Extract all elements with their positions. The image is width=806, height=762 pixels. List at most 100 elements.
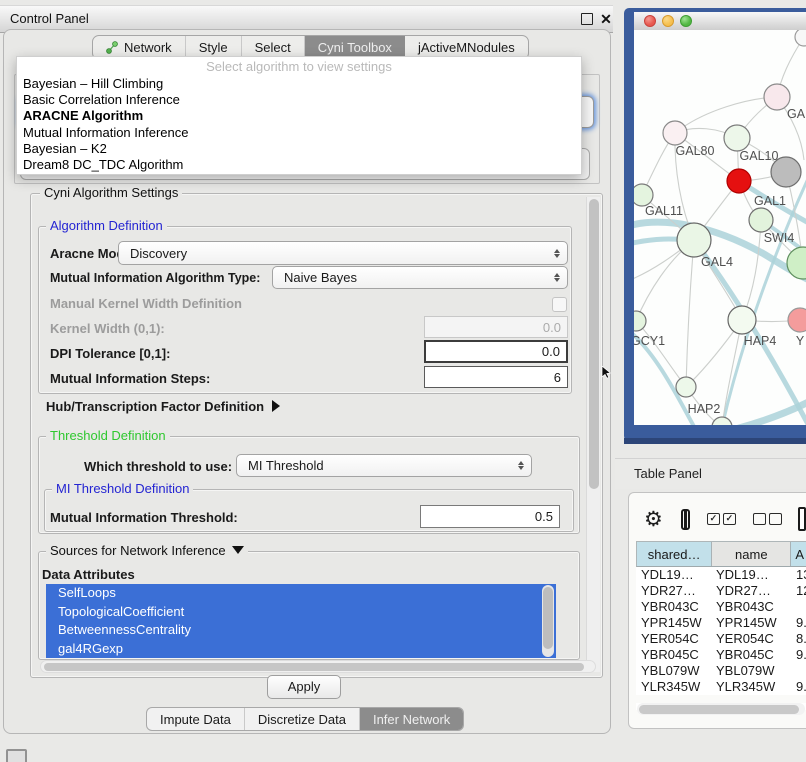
network-node[interactable] xyxy=(788,308,806,332)
bottom-tab-infer-network[interactable]: Infer Network xyxy=(360,708,463,730)
network-edge[interactable] xyxy=(636,321,686,387)
settings-vertical-scrollbar-thumb[interactable] xyxy=(589,199,599,489)
which-threshold-combo[interactable]: MI Threshold xyxy=(236,454,532,477)
bottom-tab-discretize-data[interactable]: Discretize Data xyxy=(245,708,360,730)
network-node[interactable] xyxy=(634,311,646,331)
table-horizontal-scrollbar[interactable] xyxy=(637,703,805,715)
tab-label: jActiveMNodules xyxy=(418,40,515,55)
algorithm-option[interactable]: ARACNE Algorithm xyxy=(17,108,581,124)
network-node[interactable] xyxy=(724,125,750,151)
data-attributes-label: Data Attributes xyxy=(42,567,135,582)
node-label: GAL1 xyxy=(754,194,786,208)
settings-vertical-scrollbar[interactable] xyxy=(586,197,600,672)
table-row[interactable]: YLR345WYLR345W9. xyxy=(636,679,806,695)
unchecked-pair-icon[interactable] xyxy=(753,513,782,525)
table-row[interactable]: YBR043CYBR043C xyxy=(636,599,806,615)
mi-threshold-field[interactable]: 0.5 xyxy=(420,505,560,528)
column-header[interactable]: shared… xyxy=(637,542,712,566)
table-row[interactable]: YBR045CYBR045C9. xyxy=(636,647,806,663)
algorithm-option[interactable]: Dream8 DC_TDC Algorithm xyxy=(17,157,581,173)
algorithm-option[interactable]: Basic Correlation Inference xyxy=(17,92,581,108)
network-node[interactable] xyxy=(787,247,806,279)
bottom-tab-impute-data[interactable]: Impute Data xyxy=(147,708,245,730)
network-node[interactable] xyxy=(728,306,756,334)
kernel-width-field[interactable]: 0.0 xyxy=(424,316,568,338)
settings-horizontal-scrollbar-thumb[interactable] xyxy=(44,663,584,671)
checked-pair-icon[interactable]: ✓✓ xyxy=(707,513,736,525)
split-columns-icon[interactable] xyxy=(681,509,690,530)
table-row[interactable]: YDR27…YDR27…12 xyxy=(636,583,806,599)
close-icon[interactable]: ✕ xyxy=(598,9,614,29)
aracne-mode-combo[interactable]: Discovery xyxy=(118,241,568,265)
network-node[interactable] xyxy=(727,169,751,193)
node-label: Y xyxy=(796,334,805,348)
attribute-item[interactable]: BetweennessCentrality xyxy=(46,621,556,640)
close-traffic-light-icon[interactable] xyxy=(644,15,656,27)
gear-icon[interactable]: ⚙ xyxy=(644,507,663,532)
manual-kernel-checkbox[interactable] xyxy=(552,297,567,312)
which-threshold-value: MI Threshold xyxy=(248,458,324,473)
dpi-tolerance-field[interactable]: 0.0 xyxy=(424,340,568,363)
combo-stepper xyxy=(518,455,524,476)
network-canvas[interactable]: GALGAL80GAL10GAL1GAL11SWI4GAL4GCY1HAP4YH… xyxy=(634,30,806,425)
algorithm-option[interactable]: Mutual Information Inference xyxy=(17,125,581,141)
table-cell xyxy=(792,599,806,615)
network-node[interactable] xyxy=(712,417,732,425)
attribute-item[interactable]: gal4RGexp xyxy=(46,640,556,659)
combo-stepper xyxy=(554,267,560,288)
tab-label: Cyni Toolbox xyxy=(318,40,392,55)
table-panel-title: Table Panel xyxy=(634,459,702,489)
kernel-width-value: 0.0 xyxy=(543,320,561,335)
minimize-traffic-light-icon[interactable] xyxy=(662,15,674,27)
zoom-traffic-light-icon[interactable] xyxy=(680,15,692,27)
mi-threshold-definition-title: MI Threshold Definition xyxy=(52,482,193,496)
network-node[interactable] xyxy=(677,223,711,257)
network-edge[interactable] xyxy=(686,240,694,387)
column-header[interactable]: A xyxy=(791,542,806,566)
network-edge[interactable] xyxy=(675,97,777,133)
minimized-panel-icon[interactable] xyxy=(6,749,27,762)
algorithm-option[interactable]: Bayesian – Hill Climbing xyxy=(17,76,581,92)
mi-steps-field[interactable]: 6 xyxy=(424,366,568,388)
network-node[interactable] xyxy=(795,30,806,46)
algorithm-option[interactable]: Bayesian – K2 xyxy=(17,141,581,157)
document-icon[interactable] xyxy=(798,507,806,531)
table-cell: 9. xyxy=(792,647,806,663)
mi-threshold-value: 0.5 xyxy=(535,509,553,524)
column-header[interactable]: name xyxy=(712,542,791,566)
mi-type-combo[interactable]: Naive Bayes xyxy=(272,266,568,289)
table-toolbar: ⚙ ✓✓ xyxy=(636,500,806,538)
network-window-titlebar[interactable] xyxy=(634,12,806,31)
table-row[interactable]: YER054CYER054C8. xyxy=(636,631,806,647)
node-label: GAL10 xyxy=(740,149,779,163)
hub-definition-toggle[interactable]: Hub/Transcription Factor Definition xyxy=(46,399,280,414)
table-horizontal-scrollbar-thumb[interactable] xyxy=(639,705,799,714)
table-cell: YBR045C xyxy=(636,647,712,663)
sources-title[interactable]: Sources for Network Inference xyxy=(46,544,248,558)
attributes-scrollbar[interactable] xyxy=(542,585,554,657)
apply-button[interactable]: Apply xyxy=(267,675,341,699)
table-row[interactable]: YDL19…YDL19…13 xyxy=(636,567,806,583)
table-cell: 13 xyxy=(792,567,806,583)
data-attributes-list[interactable]: SelfLoopsTopologicalCoefficientBetweenne… xyxy=(46,584,556,658)
which-threshold-label: Which threshold to use: xyxy=(84,459,232,474)
network-node[interactable] xyxy=(676,377,696,397)
network-node[interactable] xyxy=(663,121,687,145)
table-row[interactable]: YPR145WYPR145W9. xyxy=(636,615,806,631)
network-node[interactable] xyxy=(749,208,773,232)
attribute-item[interactable]: SelfLoops xyxy=(46,584,556,603)
mi-threshold-label: Mutual Information Threshold: xyxy=(50,510,238,525)
table-cell: YDR27… xyxy=(712,583,792,599)
table-cell: YDL19… xyxy=(636,567,712,583)
table-cell: YBR043C xyxy=(636,599,712,615)
algorithm-dropdown-popup: Select algorithm to view settings Bayesi… xyxy=(16,56,582,175)
float-window-icon[interactable] xyxy=(581,13,593,25)
attributes-scrollbar-thumb[interactable] xyxy=(543,587,553,649)
table-row[interactable]: YBL079WYBL079W xyxy=(636,663,806,679)
network-edge[interactable] xyxy=(722,320,742,425)
network-graph[interactable]: GALGAL80GAL10GAL1GAL11SWI4GAL4GCY1HAP4YH… xyxy=(634,30,806,425)
settings-horizontal-scrollbar[interactable] xyxy=(40,660,596,673)
table-cell: YBL079W xyxy=(636,663,712,679)
network-node[interactable] xyxy=(634,184,653,206)
attribute-item[interactable]: TopologicalCoefficient xyxy=(46,603,556,622)
